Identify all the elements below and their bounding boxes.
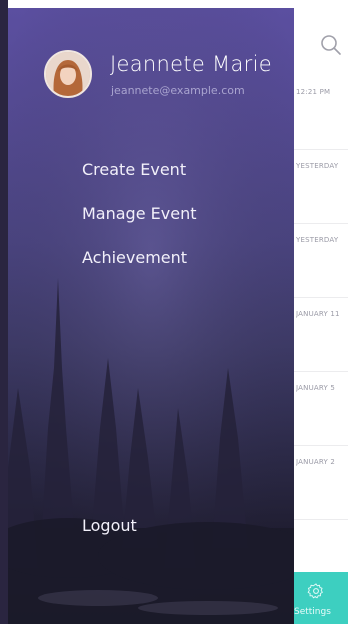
list-item[interactable]: YESTERDAY [294, 150, 348, 224]
menu-item-achievement[interactable]: Achievement [82, 248, 187, 267]
list-item-time: JANUARY 5 [296, 384, 336, 392]
search-icon[interactable] [320, 34, 342, 56]
settings-button[interactable]: Settings [294, 572, 348, 624]
navigation-drawer: Jeannete Marie jeannete@example.com Crea… [8, 8, 294, 624]
menu-item-manage-event[interactable]: Manage Event [82, 204, 196, 223]
user-email: jeannete@example.com [111, 84, 245, 97]
settings-label: Settings [294, 607, 331, 617]
forest-background [8, 8, 294, 624]
list-item[interactable]: YESTERDAY [294, 224, 348, 298]
logout-button[interactable]: Logout [82, 516, 137, 535]
list-item[interactable]: JANUARY 5 [294, 372, 348, 446]
list-item-time: JANUARY 11 [296, 310, 340, 318]
drawer-edge [0, 0, 8, 624]
list-item[interactable]: JANUARY 2 [294, 446, 348, 520]
avatar[interactable] [44, 50, 92, 98]
list-item-time: YESTERDAY [296, 162, 339, 170]
list-item-time: 12:21 PM [296, 88, 331, 96]
list-item-time: YESTERDAY [296, 236, 339, 244]
gear-icon [307, 583, 323, 599]
list-item[interactable]: JANUARY 11 [294, 298, 348, 372]
list-item-time: JANUARY 2 [296, 458, 336, 466]
user-name: Jeannete Marie [110, 52, 272, 76]
list-item[interactable]: 12:21 PM [294, 76, 348, 150]
avatar-image [46, 52, 90, 96]
menu-item-create-event[interactable]: Create Event [82, 160, 186, 179]
